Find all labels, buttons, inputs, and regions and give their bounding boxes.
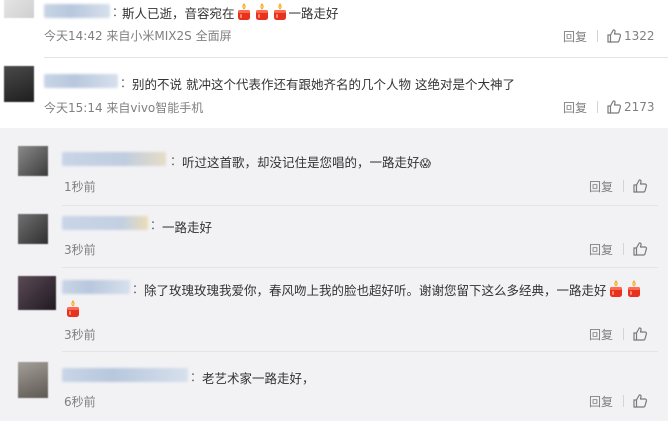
- comment-meta: 今天14:42 来自小米MIX2S 全面屏: [44, 29, 232, 43]
- hot-comment: ： 斯人已逝，音容宛在 一路走好 今天14:42 来自小米MIX2S 全面屏 回复…: [0, 0, 668, 50]
- comment-time: 3秒前: [64, 328, 96, 342]
- reply-button[interactable]: 回复: [563, 28, 587, 45]
- candle-icon: [254, 3, 270, 21]
- comment-text: 老艺术家一路走好，: [202, 371, 315, 386]
- comment-text: 斯人已逝，音容宛在 一路走好: [122, 3, 339, 22]
- comment-text: 一路走好: [162, 220, 213, 235]
- username[interactable]: [44, 74, 118, 88]
- separator: [623, 243, 624, 255]
- avatar[interactable]: [18, 362, 48, 398]
- separator: [623, 180, 624, 192]
- latest-comment: ： 老艺术家一路走好， 6秒前 回复: [0, 354, 668, 416]
- reply-button[interactable]: 回复: [563, 99, 587, 116]
- like-count: 1322: [624, 29, 655, 43]
- colon: ：: [120, 76, 133, 90]
- colon: ：: [170, 154, 183, 168]
- thumbs-up-icon: [632, 178, 648, 194]
- latest-comment: ： 听过这首歌，却没记住是您唱的，一路走好😱 1秒前 回复: [0, 138, 668, 198]
- comment-time: 6秒前: [64, 395, 96, 409]
- avatar[interactable]: [4, 66, 34, 102]
- username[interactable]: [62, 280, 130, 294]
- comment-text-main: 除了玫瑰玫瑰我爱你，春风吻上我的脸也超好听。谢谢您留下这么多经典，一路走好: [144, 283, 607, 298]
- reply-button[interactable]: 回复: [589, 178, 613, 195]
- thumbs-up-icon: [606, 28, 622, 44]
- like-button[interactable]: [632, 241, 648, 257]
- comment-text: 别的不说 就冲这个代表作还有跟她齐名的几个人物 这绝对是个大神了: [132, 77, 515, 92]
- comment-time: 3秒前: [64, 243, 96, 257]
- candle-icon: [236, 3, 252, 21]
- like-button[interactable]: [632, 178, 648, 194]
- divider: [62, 351, 658, 352]
- thumbs-up-icon: [632, 326, 648, 342]
- comment-meta: 今天15:14 来自vivo智能手机: [44, 101, 204, 115]
- like-button[interactable]: [632, 326, 648, 342]
- latest-comment: ： 一路走好 3秒前 回复: [0, 208, 668, 264]
- comment-time: 1秒前: [64, 180, 96, 194]
- avatar[interactable]: [18, 214, 48, 244]
- colon: ：: [190, 370, 203, 384]
- like-button[interactable]: 2173: [606, 99, 655, 115]
- divider: [62, 205, 658, 206]
- thumbs-up-icon: [632, 241, 648, 257]
- divider: [44, 57, 668, 58]
- like-count: 2173: [624, 100, 655, 114]
- hot-comments-section: ： 斯人已逝，音容宛在 一路走好 今天14:42 来自小米MIX2S 全面屏 回复…: [0, 0, 668, 128]
- separator: [597, 30, 598, 42]
- comment-text-main: 斯人已逝，音容宛在: [122, 6, 235, 21]
- avatar[interactable]: [18, 146, 48, 176]
- like-button[interactable]: 1322: [606, 28, 655, 44]
- username[interactable]: [44, 4, 110, 18]
- thumbs-up-icon: [632, 393, 648, 409]
- username[interactable]: [62, 368, 188, 382]
- avatar[interactable]: [18, 276, 56, 310]
- username[interactable]: [62, 216, 148, 230]
- colon: ：: [150, 218, 163, 232]
- thumbs-up-icon: [606, 99, 622, 115]
- comment-text-tail: 一路走好: [288, 6, 339, 21]
- comment-text-main: 听过这首歌，却没记住是您唱的，一路走好: [182, 155, 420, 170]
- comment-text-overflow: [64, 300, 82, 318]
- separator: [623, 328, 624, 340]
- candle-icon: [272, 3, 288, 21]
- avatar[interactable]: [4, 0, 34, 18]
- reply-button[interactable]: 回复: [589, 393, 613, 410]
- separator: [623, 395, 624, 407]
- candle-icon: [626, 280, 642, 298]
- latest-comments-section: ： 听过这首歌，却没记住是您唱的，一路走好😱 1秒前 回复 ： 一路走好 3秒前…: [0, 128, 668, 421]
- comment-text: 听过这首歌，却没记住是您唱的，一路走好😱: [182, 152, 431, 171]
- reply-button[interactable]: 回复: [589, 241, 613, 258]
- colon: ：: [132, 282, 145, 296]
- comment-text: 除了玫瑰玫瑰我爱你，春风吻上我的脸也超好听。谢谢您留下这么多经典，一路走好: [144, 280, 643, 299]
- divider: [62, 267, 658, 268]
- like-button[interactable]: [632, 393, 648, 409]
- emoji-scream: 😱: [419, 157, 431, 170]
- hot-comment: ： 别的不说 就冲这个代表作还有跟她齐名的几个人物 这绝对是个大神了 今天15:…: [0, 60, 668, 122]
- reply-button[interactable]: 回复: [589, 326, 613, 343]
- username[interactable]: [62, 152, 166, 166]
- candle-icon: [65, 300, 81, 318]
- latest-comment: ： 除了玫瑰玫瑰我爱你，春风吻上我的脸也超好听。谢谢您留下这么多经典，一路走好 …: [0, 270, 668, 346]
- separator: [597, 101, 598, 113]
- candle-icon: [608, 280, 624, 298]
